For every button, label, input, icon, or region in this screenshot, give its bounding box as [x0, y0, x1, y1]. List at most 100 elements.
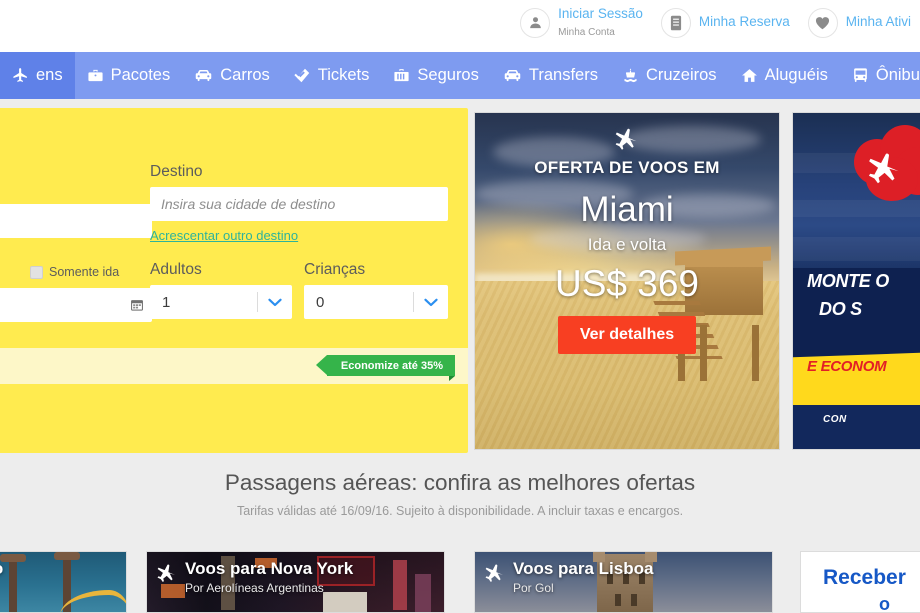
blue-promo-line1: MONTE O: [807, 271, 889, 291]
newsletter-subtitle: o: [879, 594, 890, 613]
my-reservation-action[interactable]: Minha Reserva: [652, 7, 799, 38]
nav-label-onibus: Ônibus: [875, 66, 920, 84]
bottom-band: [793, 405, 920, 449]
taxi-icon: [503, 67, 522, 84]
plane-icon: [12, 67, 29, 84]
origin-input[interactable]: m: [0, 204, 152, 238]
offer-card-text: Voos para Nova York Por Aerolíneas Argen…: [185, 559, 354, 595]
nav-item-cruzeiros[interactable]: Cruzeiros: [610, 52, 729, 99]
nav-item-onibus[interactable]: Ônibus: [840, 52, 920, 99]
plane-icon: [615, 127, 639, 156]
suitcase-icon: [87, 67, 104, 84]
origin-label: m: [0, 180, 152, 198]
destination-input[interactable]: Insira sua cidade de destino: [150, 187, 448, 221]
promo-kicker: OFERTA DE VOOS EM: [534, 158, 720, 177]
savings-ribbon: Economize até 35%: [315, 355, 456, 381]
newsletter-card[interactable]: Receber o: [800, 551, 920, 613]
newsletter-title: Receber: [823, 566, 906, 589]
add-destination-link[interactable]: Acrescentar outro destino: [150, 228, 298, 243]
adults-value: 1: [162, 293, 171, 311]
offer-card-text: Voos para Lisboa Por Gol: [513, 559, 654, 595]
offer-card-label: Voos para Nova York Por Aerolíneas Argen…: [157, 559, 354, 595]
car-addon-strip: Carro Economize até 35%: [0, 348, 468, 384]
children-label: Crianças: [304, 261, 366, 278]
chevron-down-icon[interactable]: [414, 298, 448, 307]
blue-promo-line2: DO S: [819, 299, 862, 319]
adults-select[interactable]: 1: [150, 285, 292, 319]
nav-label-cruzeiros: Cruzeiros: [645, 66, 717, 84]
adults-label: Adultos: [150, 261, 202, 278]
main-navbar: ens Pacotes Carros Tickets Seguros Trans…: [0, 52, 920, 99]
promo-city: Miami: [580, 190, 674, 229]
offer-card-airline: Por Aerolíneas Argentinas: [185, 581, 324, 595]
view-details-button[interactable]: Ver detalhes: [557, 316, 697, 354]
nav-label-alugueis: Aluguéis: [764, 66, 828, 84]
offer-card-orlando[interactable]: ado: [0, 551, 127, 613]
adults-field-group: Adultos 1: [150, 261, 292, 319]
offer-card-title: Voos para Lisboa: [513, 559, 654, 578]
login-text: Iniciar Sessão Minha Conta: [558, 6, 643, 40]
login-sublabel: Minha Conta: [558, 26, 615, 38]
destination-placeholder: Insira sua cidade de destino: [161, 196, 336, 212]
nav-item-carros[interactable]: Carros: [182, 52, 282, 99]
offers-title: Passagens aéreas: confira as melhores of…: [224, 470, 696, 495]
login-action[interactable]: Iniciar Sessão Minha Conta: [511, 6, 652, 40]
nav-item-tickets[interactable]: Tickets: [282, 52, 382, 99]
return-date-input[interactable]: Volta: [0, 288, 152, 322]
document-icon: [660, 7, 691, 38]
briefcase-icon: [393, 67, 410, 84]
offers-subtitle: Tarifas válidas até 16/09/16. Sujeito à …: [236, 504, 684, 518]
my-reservation-label: Minha Reserva: [698, 14, 790, 30]
red-badge-shape: [854, 125, 920, 203]
nav-item-passagens[interactable]: ens: [0, 52, 75, 99]
calendar-icon: [130, 298, 144, 312]
nav-item-transfers[interactable]: Transfers: [491, 52, 610, 99]
dates-field-group: Volta: [0, 288, 152, 322]
origin-field-group: m m: [0, 180, 152, 238]
nav-label-seguros: Seguros: [417, 66, 479, 84]
oneway-checkbox[interactable]: [30, 265, 43, 279]
destination-field-group: Destino Insira sua cidade de destino Acr…: [150, 163, 448, 245]
plane-icon: [868, 151, 902, 190]
promo-trip-type: Ida e volta: [587, 235, 667, 254]
nav-label-passagens: ens: [36, 66, 63, 84]
heart-icon: [807, 7, 838, 38]
children-select[interactable]: 0: [304, 285, 448, 319]
blue-promo-line3: E ECONOM: [807, 358, 887, 375]
children-value: 0: [316, 293, 325, 311]
login-label: Iniciar Sessão: [558, 6, 643, 21]
promo-banner-secondary[interactable]: MONTE O DO S E ECONOM CON: [792, 112, 920, 450]
plane-icon: [157, 563, 177, 588]
user-icon: [520, 7, 551, 38]
ship-icon: [622, 67, 639, 84]
nav-item-pacotes[interactable]: Pacotes: [75, 52, 183, 99]
oneway-checkbox-group[interactable]: Somente ida: [30, 265, 119, 279]
offer-card-lisbon[interactable]: Voos para Lisboa Por Gol: [474, 551, 773, 613]
chevron-down-icon[interactable]: [258, 298, 292, 307]
nav-label-tickets: Tickets: [317, 66, 370, 84]
destination-label: Destino: [150, 163, 203, 180]
plane-icon: [485, 563, 505, 588]
offer-card-title: ado: [0, 559, 3, 579]
ticket-icon: [294, 67, 311, 84]
my-activity-text: Minha Ativi: [846, 14, 911, 31]
offer-card-label: Voos para Lisboa Por Gol: [485, 559, 654, 595]
blue-promo-line4: CON: [823, 414, 847, 425]
promo-price: US$ 369: [555, 263, 699, 304]
flight-search-panel: éreas m m s Destino Insira sua cidade de…: [0, 108, 468, 453]
offers-section-header: Passagens aéreas: confira as melhores of…: [0, 470, 920, 518]
nav-label-pacotes: Pacotes: [110, 66, 171, 84]
children-field-group: Crianças 0: [304, 261, 448, 319]
my-reservation-text: Minha Reserva: [699, 14, 790, 31]
offer-card-new-york[interactable]: Voos para Nova York Por Aerolíneas Argen…: [146, 551, 445, 613]
header-actions: Iniciar Sessão Minha Conta Minha Reserva: [511, 6, 920, 40]
promo-banner-miami[interactable]: OFERTA DE VOOS EM Miami Ida e volta US$ …: [474, 112, 780, 450]
oneway-label: Somente ida: [49, 265, 120, 279]
nav-item-seguros[interactable]: Seguros: [381, 52, 490, 99]
nav-label-carros: Carros: [220, 66, 270, 84]
nav-item-alugueis[interactable]: Aluguéis: [729, 52, 840, 99]
my-activity-action[interactable]: Minha Ativi: [799, 7, 920, 38]
miami-promo-overlay: OFERTA DE VOOS EM Miami Ida e volta US$ …: [475, 113, 779, 449]
offer-card-airline: Por Gol: [513, 581, 554, 595]
offer-card-title: Voos para Nova York: [185, 559, 354, 578]
